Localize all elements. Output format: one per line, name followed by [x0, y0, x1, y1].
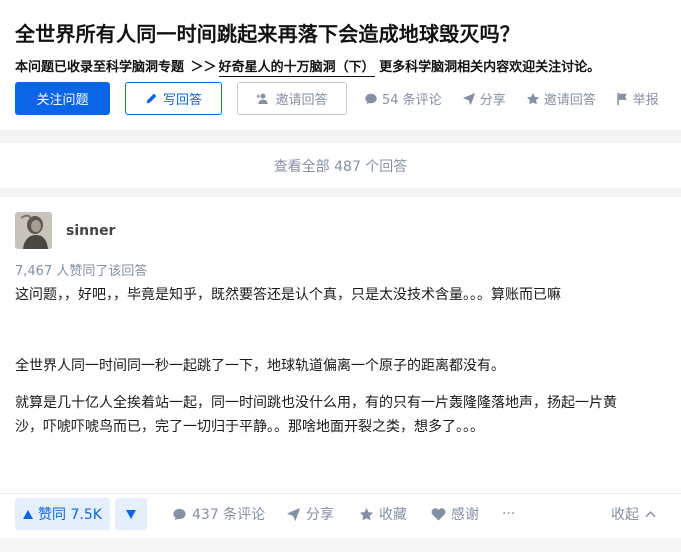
share-label: 分享 — [306, 507, 334, 523]
star-icon — [359, 507, 374, 520]
question-comments-action[interactable]: 54 条评论 — [364, 89, 442, 108]
answer-paragraph-line: 就算是几十亿人全挨着站一起，同一时间跳也没什么用，有的只有一片轰隆隆落地声，扬起… — [15, 395, 617, 411]
downvote-button[interactable] — [115, 498, 147, 530]
question-report-label: 举报 — [632, 93, 659, 108]
topic-prefix: 本问题已收录至科学脑洞专题 — [15, 60, 185, 75]
flag-icon — [617, 92, 627, 105]
upvote-button[interactable]: 赞同 7.5K — [15, 498, 110, 530]
question-comments-label: 54 条评论 — [382, 93, 442, 108]
write-answer-label: 写回答 — [162, 93, 202, 108]
chevron-up-icon — [645, 511, 656, 518]
collect-label: 收藏 — [379, 507, 407, 523]
section-divider — [0, 130, 681, 143]
star-icon — [526, 92, 539, 104]
triangle-up-icon — [23, 509, 34, 519]
add-user-icon — [257, 93, 269, 104]
heart-icon — [431, 508, 446, 521]
comment-icon — [173, 508, 186, 520]
answer-paragraph: 这问题，，好吧，，毕竟是知乎，既然要答还是认个真，只是太没技术含量。。。算账而已… — [15, 287, 561, 303]
question-report-action[interactable]: 举报 — [616, 89, 659, 108]
comments-label: 437 条评论 — [192, 507, 266, 523]
more-icon: ··· — [502, 506, 516, 522]
answer-paragraph-line: 沙，吓唬吓唬鸟而已，完了一切归于平静。。那啥地面开裂之类，想多了。。。 — [15, 419, 484, 435]
topic-suffix: 更多科学脑洞相关内容欢迎关注讨论。 — [379, 60, 601, 75]
thanks-button[interactable]: 感谢 — [431, 498, 479, 530]
follow-question-label: 关注问题 — [36, 93, 89, 108]
question-share-action[interactable]: 分享 — [462, 89, 506, 108]
share-icon — [462, 92, 475, 105]
invite-answer-button[interactable]: 邀请回答 — [237, 82, 347, 115]
topic-notice: 本问题已收录至科学脑洞专题 ＞＞ 好奇星人的十万脑洞（下） 更多科学脑洞相关内容欢… — [15, 56, 601, 77]
zhihu-question-page: 全世界所有人同一时间跳起来再落下会造成地球毁灭吗？ 本问题已收录至科学脑洞专题 … — [0, 0, 681, 552]
upvote-count-text: 7,467 人赞同了该回答 — [15, 264, 148, 279]
topic-separator: ＞＞ — [190, 60, 217, 75]
comment-icon — [365, 93, 377, 104]
collapse-button[interactable]: 收起 — [611, 498, 656, 530]
answer-action-bar: 赞同 7.5K 437 条评论 分享 收藏 感谢 ··· 收起 — [0, 493, 681, 538]
share-button[interactable]: 分享 — [286, 498, 334, 530]
upvote-label: 赞同 7.5K — [38, 507, 102, 523]
section-divider — [0, 188, 681, 197]
answer-paragraph: 全世界人同一时间同一秒一起跳了一下，地球轨道偏离一个原子的距离都没有。 — [15, 358, 505, 374]
question-invite-label: 邀请回答 — [543, 93, 596, 108]
comments-button[interactable]: 437 条评论 — [172, 498, 265, 530]
share-icon — [286, 507, 301, 521]
avatar-image — [15, 212, 52, 249]
write-answer-button[interactable]: 写回答 — [125, 82, 222, 115]
question-share-label: 分享 — [479, 93, 506, 108]
bottom-divider — [0, 538, 681, 552]
question-title[interactable]: 全世界所有人同一时间跳起来再落下会造成地球毁灭吗？ — [15, 18, 520, 47]
question-invite-action[interactable]: 邀请回答 — [526, 89, 596, 108]
question-actions: 关注问题 写回答 邀请回答 54 条评论 分享 邀请回答 举报 — [15, 82, 659, 115]
thanks-label: 感谢 — [451, 507, 479, 523]
invite-answer-label: 邀请回答 — [275, 93, 328, 108]
collapse-label: 收起 — [611, 507, 639, 523]
question-header: 全世界所有人同一时间跳起来再落下会造成地球毁灭吗？ 本问题已收录至科学脑洞专题 … — [0, 0, 681, 130]
topic-link[interactable]: 好奇星人的十万脑洞（下） — [218, 60, 375, 77]
collect-button[interactable]: 收藏 — [359, 498, 407, 530]
author-info: sinner — [15, 212, 115, 249]
follow-question-button[interactable]: 关注问题 — [15, 82, 110, 115]
answer-paragraph: 就算是几十亿人全挨着站一起，同一时间跳也没什么用，有的只有一片轰隆隆落地声，扬起… — [15, 391, 617, 439]
view-all-answers-link[interactable]: 查看全部 487 个回答 — [0, 143, 681, 188]
avatar[interactable] — [15, 212, 52, 249]
pencil-icon — [146, 93, 157, 104]
author-name[interactable]: sinner — [66, 223, 115, 239]
more-options-button[interactable]: ··· — [502, 498, 515, 530]
triangle-down-icon — [126, 509, 136, 519]
